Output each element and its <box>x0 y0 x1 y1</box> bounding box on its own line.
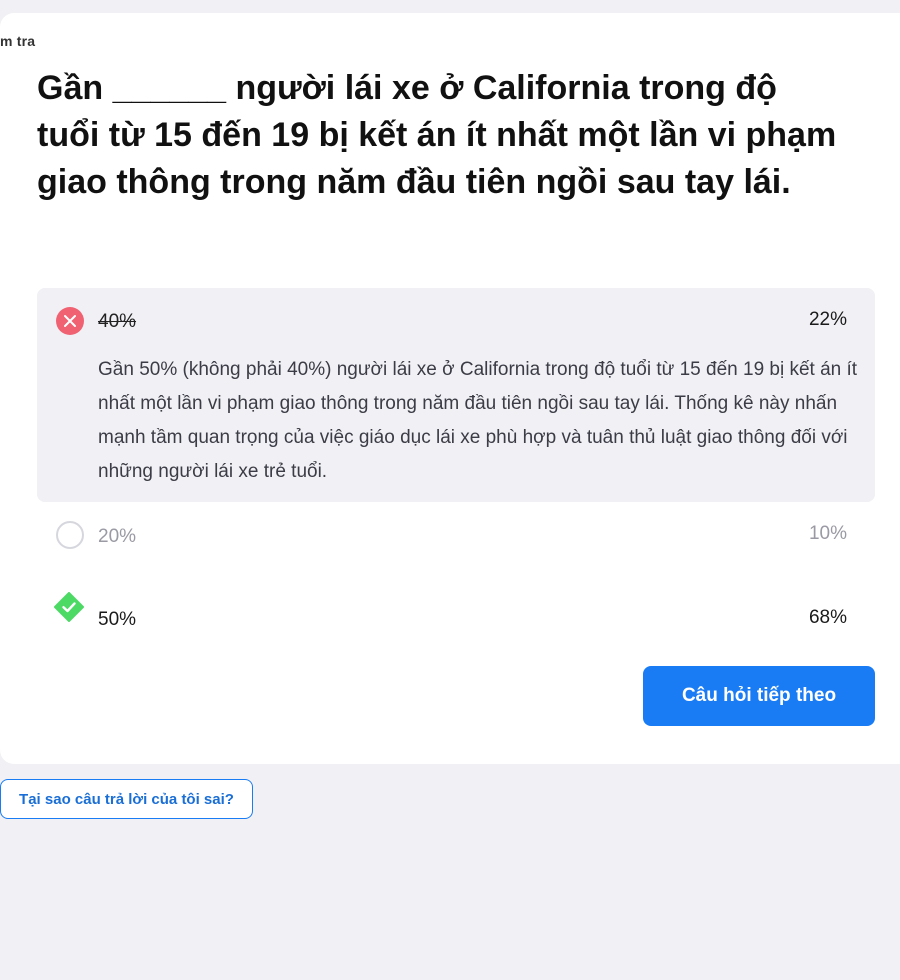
answer-label: 50% <box>98 609 137 630</box>
answer-option-correct[interactable]: 50% 68% <box>37 589 875 630</box>
quiz-card: Gần ______ người lái xe ở California tro… <box>0 13 900 764</box>
x-circle-icon <box>56 307 84 335</box>
answer-explanation: Gần 50% (không phải 40%) người lái xe ở … <box>98 359 858 482</box>
answer-option-wrong: 40% 22% Gần 50% (không phải 40%) người l… <box>37 288 875 502</box>
answer-option[interactable]: 20% 10% <box>37 516 875 556</box>
answer-label: 20% <box>98 526 137 547</box>
question-text: Gần ______ người lái xe ở California tro… <box>37 69 837 201</box>
answer-percent: 10% <box>808 523 847 544</box>
breadcrumb: m tra <box>0 33 36 49</box>
empty-circle-icon <box>56 521 84 549</box>
answer-percent: 22% <box>808 309 847 330</box>
answer-label: 40% <box>98 311 137 332</box>
check-diamond-icon <box>54 592 84 622</box>
next-question-button[interactable]: Câu hỏi tiếp theo <box>643 666 875 726</box>
why-wrong-button[interactable]: Tại sao câu trả lời của tôi sai? <box>0 779 253 819</box>
answer-percent: 68% <box>808 607 847 628</box>
